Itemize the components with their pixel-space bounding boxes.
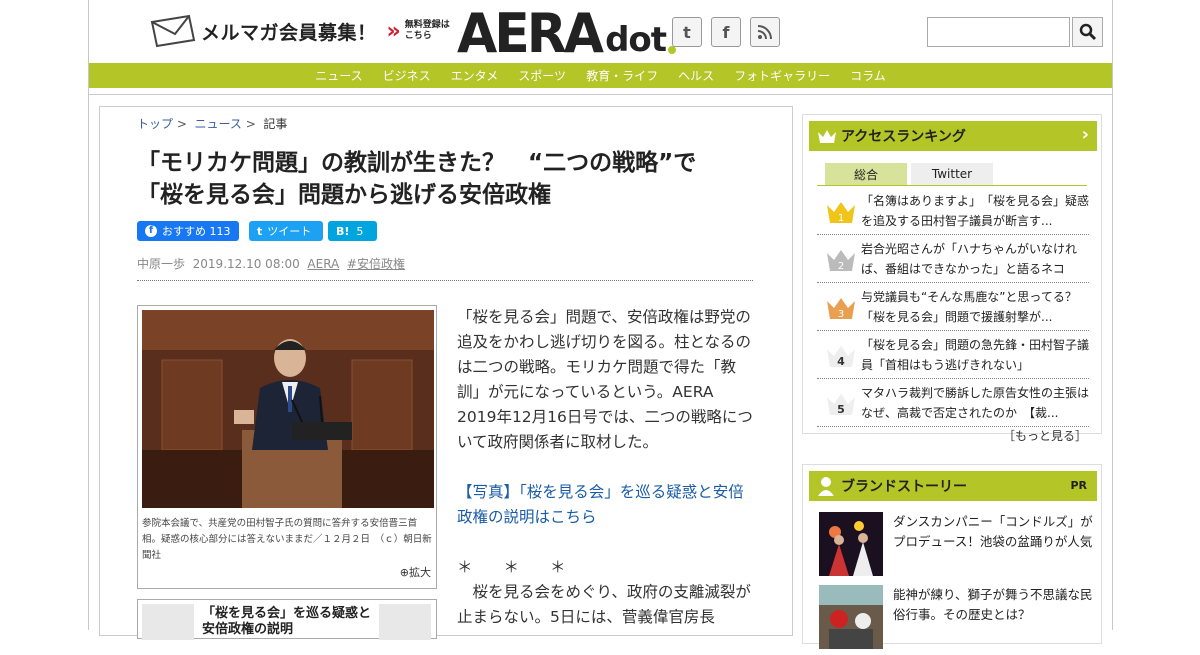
thumb-left	[142, 604, 194, 640]
ranking-tab-underline	[817, 185, 1087, 186]
brand-heading[interactable]: ブランドストーリー PR	[809, 471, 1097, 501]
article-main: トップ > ニュース > 記事 「モリカケ問題」の教訓が生きた？ “二つの戦略”…	[99, 106, 793, 640]
ranking-item[interactable]: 3 与党議員も“そんな馬鹿な”と思ってる？ 「桜を見る会」問題で援護射撃が...	[817, 285, 1089, 331]
hatena-bookmark-button[interactable]: B! 5	[328, 221, 377, 241]
main-nav: ニュース ビジネス エンタメ スポーツ 教育・ライフ ヘルス フォトギャラリー …	[89, 63, 1112, 88]
article-photo[interactable]: 参院本会議で、共産党の田村智子氏の質問に答弁する安倍晋三首相。疑惑の核心部分には…	[137, 305, 437, 589]
body-stars: ＊ ＊ ＊	[457, 558, 566, 576]
double-chevron-icon: »	[386, 18, 401, 44]
twitter-bird-icon: t	[257, 224, 263, 238]
brand-story: ブランドストーリー PR ダンスカンパニー「コンドルズ」がプロデュース！池袋の盆…	[802, 464, 1102, 649]
body-paragraph: 「桜を見る会」問題で、安倍政権は野党の追及をかわし逃げ切りを図る。柱となるのは二…	[457, 308, 753, 451]
person-icon	[818, 477, 834, 496]
logo-dot-icon	[668, 46, 677, 54]
mailmag-banner[interactable]: メルマガ会員募集！ » 無料登録は こちら	[149, 14, 450, 48]
site-header: メルマガ会員募集！ » 無料登録は こちら AERA dot t f	[89, 0, 1112, 63]
crown-icon	[818, 130, 836, 143]
brand-thumb[interactable]	[819, 512, 883, 576]
nav-item-health[interactable]: ヘルス	[678, 67, 714, 84]
nav-item-sports[interactable]: スポーツ	[518, 67, 566, 84]
dotted-divider	[137, 280, 753, 281]
rank-badge-icon: 4	[827, 346, 855, 368]
facebook-icon: f	[145, 225, 157, 237]
photo-caption: 参院本会議で、共産党の田村智子氏の質問に答弁する安倍晋三首相。疑惑の核心部分には…	[142, 518, 432, 561]
chevron-right-icon: ›	[1081, 124, 1089, 145]
free-register-label: 無料登録は こちら	[404, 20, 450, 41]
search-input[interactable]	[927, 17, 1070, 47]
brand-thumb[interactable]	[819, 585, 883, 649]
page-frame: メルマガ会員募集！ » 無料登録は こちら AERA dot t f ニュース ビ…	[88, 0, 1113, 649]
access-ranking: アクセスランキング › 総合 Twitter 1 「名簿はありますよ」 「桜を見…	[802, 114, 1102, 443]
facebook-recommend-button[interactable]: f おすすめ 113	[137, 221, 239, 241]
thumb-right	[379, 604, 431, 640]
article-title: 「モリカケ問題」の教訓が生きた？ “二つの戦略”で 「桜を見る会」問題から逃げる安…	[137, 150, 697, 208]
tab-all[interactable]: 総合	[825, 163, 907, 185]
photo-link[interactable]: 【写真】「桜を見る会」を巡る疑惑と安倍政権の説明はこちら	[457, 483, 744, 526]
author: 中原一歩	[137, 257, 186, 271]
envelope-icon	[150, 14, 196, 48]
svg-text:2: 2	[838, 261, 844, 272]
zoom-icon: ⊕	[399, 566, 409, 579]
ranking-item[interactable]: 4 「桜を見る会」問題の急先鋒・田村智子議員「首相はもう逃げきれない」	[817, 333, 1089, 379]
search-icon	[1079, 23, 1096, 41]
related-photo-text: 「桜を見る会」を巡る疑惑と 安倍政権の説明	[202, 606, 372, 637]
rank-badge-bronze-icon: 3	[827, 298, 855, 320]
ranking-item[interactable]: 5 マタハラ裁判で勝訴した原告女性の主張はなぜ、高裁で否定されたのか 【裁...	[817, 381, 1089, 427]
nav-item-entame[interactable]: エンタメ	[451, 67, 499, 84]
ranking-item[interactable]: 1 「名簿はありますよ」 「桜を見る会」疑惑を追及する田村智子議員が断言す...	[817, 189, 1089, 235]
article-body: 「桜を見る会」問題で、安倍政権は野党の追及をかわし逃げ切りを図る。柱となるのは二…	[457, 305, 753, 655]
publish-date: 2019.12.10 08:00	[192, 257, 300, 271]
body-paragraph: 桜を見る会をめぐり、政府の支離滅裂が止まらない。5日には、菅義偉官房長	[457, 583, 751, 626]
source-link[interactable]: AERA	[307, 257, 339, 271]
article-meta: 中原一歩 2019.12.10 08:00 AERA #安倍政権	[137, 255, 405, 272]
nav-item-business[interactable]: ビジネス	[383, 67, 431, 84]
tag-link[interactable]: #安倍政権	[347, 257, 405, 271]
more-link[interactable]: ［もっと見る］	[1003, 427, 1087, 444]
rank-badge-gold-icon: 1	[827, 202, 855, 224]
tab-twitter[interactable]: Twitter	[911, 163, 993, 185]
svg-text:1: 1	[838, 213, 844, 224]
rss-icon[interactable]	[750, 17, 780, 47]
nav-item-news[interactable]: ニュース	[315, 67, 362, 84]
svg-text:4: 4	[837, 355, 845, 368]
site-logo[interactable]: AERA dot	[457, 6, 677, 61]
breadcrumb-top[interactable]: トップ	[137, 117, 173, 131]
ranking-item[interactable]: 2 岩合光昭さんが「ハナちゃんがいなければ、番組はできなかった」と語るネコ	[817, 237, 1089, 283]
search-button[interactable]	[1072, 17, 1103, 47]
pr-label: PR	[1070, 479, 1087, 492]
svg-text:5: 5	[837, 403, 845, 416]
breadcrumb-news[interactable]: ニュース	[195, 117, 242, 131]
tweet-button[interactable]: t ツイート	[249, 221, 323, 241]
divider	[89, 94, 1112, 95]
twitter-icon[interactable]: t	[672, 17, 702, 47]
nav-item-photo[interactable]: フォトギャラリー	[734, 67, 830, 84]
rank-badge-silver-icon: 2	[827, 250, 855, 272]
ranking-tabs: 総合 Twitter	[825, 163, 997, 185]
related-photo-thumb[interactable]: 「桜を見る会」を巡る疑惑と 安倍政権の説明	[137, 599, 437, 640]
mailmag-text: メルマガ会員募集！	[201, 21, 377, 44]
zoom-button[interactable]: ⊕拡大	[400, 564, 431, 580]
svg-text:3: 3	[838, 309, 844, 320]
photo-image[interactable]	[142, 310, 434, 508]
breadcrumb-current: 記事	[263, 117, 288, 131]
facebook-icon[interactable]: f	[711, 17, 741, 47]
nav-item-column[interactable]: コラム	[850, 67, 886, 84]
rank-badge-icon: 5	[827, 394, 855, 416]
nav-item-education[interactable]: 教育・ライフ	[586, 67, 658, 84]
breadcrumb: トップ > ニュース > 記事	[137, 117, 288, 131]
ranking-heading[interactable]: アクセスランキング ›	[809, 121, 1097, 151]
